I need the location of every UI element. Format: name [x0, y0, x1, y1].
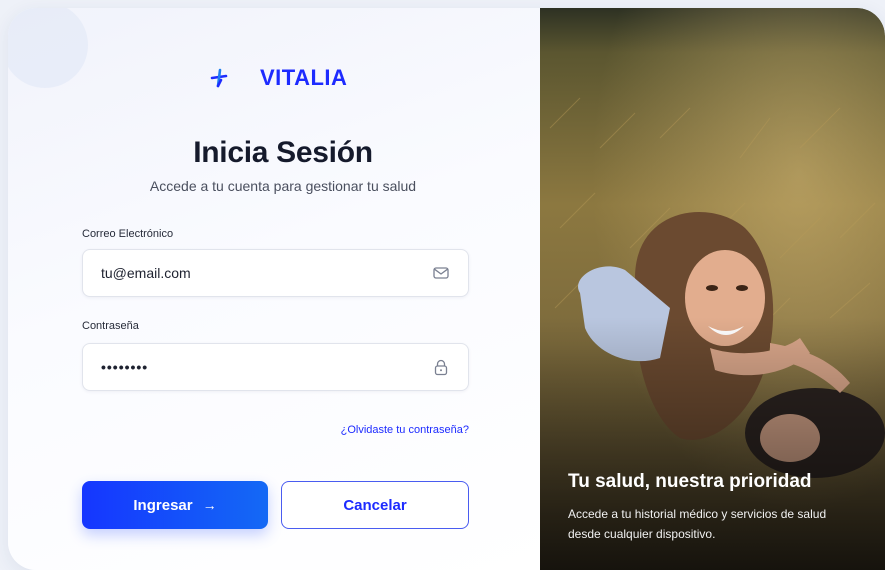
password-label: Contraseña: [82, 320, 139, 332]
decorative-circle: [8, 8, 88, 88]
password-field[interactable]: ••••••••: [82, 343, 469, 391]
lock-icon: [432, 358, 450, 376]
arrow-right-icon: →: [202, 497, 217, 513]
mail-icon: [432, 264, 450, 282]
login-card: VITALIA Inicia Sesión Accede a tu cuenta…: [8, 8, 885, 570]
login-pane: VITALIA Inicia Sesión Accede a tu cuenta…: [8, 8, 540, 570]
email-label: Correo Electrónico: [82, 228, 174, 240]
password-value[interactable]: ••••••••: [101, 359, 432, 375]
hero-image: Tu salud, nuestra prioridad Accede a tu …: [540, 8, 885, 570]
page-subtitle: Accede a tu cuenta para gestionar tu sal…: [149, 178, 417, 194]
cancel-button-label: Cancelar: [343, 496, 407, 514]
page-title: Inicia Sesión: [193, 136, 373, 169]
login-button[interactable]: Ingresar →: [82, 481, 268, 529]
brand-name: VITALIA: [260, 65, 348, 90]
forgot-password-link[interactable]: ¿Olvidaste tu contraseña?: [308, 424, 469, 436]
brand-logo-icon: [208, 67, 230, 89]
brand: VITALIA: [208, 64, 347, 92]
hero-text: Accede a tu historial médico y servicios…: [568, 507, 827, 541]
email-field[interactable]: tu@email.com: [82, 249, 469, 297]
login-button-label: Ingresar: [133, 496, 193, 514]
cancel-button[interactable]: Cancelar: [281, 481, 469, 529]
hero-title: Tu salud, nuestra prioridad: [568, 471, 812, 492]
email-value[interactable]: tu@email.com: [101, 265, 432, 281]
